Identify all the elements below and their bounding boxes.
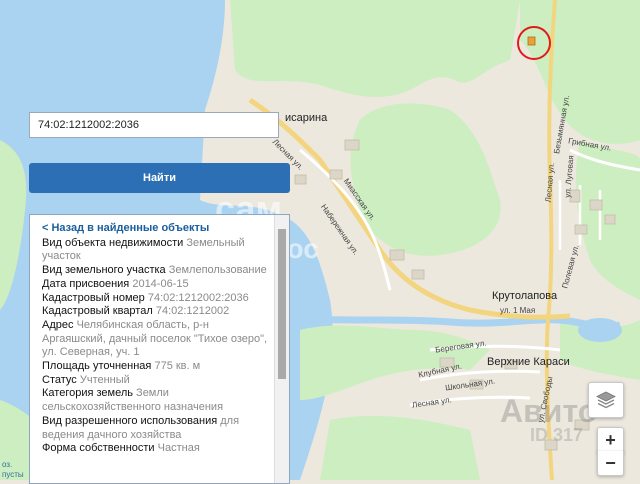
info-label: Кадастровый номер <box>42 291 145 304</box>
info-panel-scrollbar[interactable] <box>274 215 289 483</box>
info-row-ownership: Форма собственности Частная <box>42 442 269 456</box>
cadastral-search-input[interactable] <box>29 112 279 138</box>
info-label: Вид земельного участка <box>42 264 166 277</box>
zoom-out-button[interactable]: − <box>597 451 624 476</box>
info-label: Кадастровый квартал <box>42 305 153 318</box>
pond <box>578 318 622 342</box>
info-row-cadastral-number: Кадастровый номер 74:02:1212002:2036 <box>42 292 269 306</box>
scrollbar-thumb[interactable] <box>278 229 286 379</box>
info-row-status: Статус Учтенный <box>42 374 269 388</box>
info-row-object-type: Вид объекта недвижимости Земельный участ… <box>42 237 269 264</box>
info-row-address: Адрес Челябинская область, р-н Аргаяшски… <box>42 319 269 360</box>
info-row-permitted-use: Вид разрешенного использования для веден… <box>42 415 269 442</box>
info-value: Землепользование <box>168 264 267 277</box>
info-row-land-category: Категория земель Земли сельскохозяйствен… <box>42 387 269 414</box>
info-value: Частная <box>157 442 200 455</box>
info-row-area: Площадь уточненная 775 кв. м <box>42 360 269 374</box>
edge-label-bottom: пусты <box>2 470 24 479</box>
info-label: Категория земель <box>42 387 133 400</box>
info-label: Форма собственности <box>42 442 155 455</box>
info-row-cadastral-quarter: Кадастровый квартал 74:02:1212002 <box>42 305 269 319</box>
object-info-panel: < Назад в найденные объекты Вид объекта … <box>29 214 290 484</box>
info-label: Статус <box>42 373 77 386</box>
info-value: 74:02:1212002:2036 <box>147 291 249 304</box>
layers-button[interactable] <box>588 382 624 418</box>
info-value: Челябинская область, р-н Аргаяшский, дач… <box>42 318 268 359</box>
info-label: Адрес <box>42 318 74 331</box>
parcel-marker <box>527 36 536 46</box>
info-label: Вид объекта недвижимости <box>42 236 184 249</box>
info-value: Учтенный <box>79 373 130 386</box>
zoom-in-button[interactable]: + <box>597 427 624 453</box>
info-label: Вид разрешенного использования <box>42 414 218 427</box>
info-label: Площадь уточненная <box>42 360 152 373</box>
town-label-krutolapova: Крутолапова <box>492 290 558 302</box>
find-button[interactable]: Найти <box>29 163 290 193</box>
info-value: 2014-06-15 <box>132 277 189 290</box>
town-label-kisarina: исарина <box>285 112 328 124</box>
info-value: 775 кв. м <box>154 360 201 373</box>
info-value: 74:02:1212002 <box>155 305 230 318</box>
town-label-verkhnie-karasi: Верхние Караси <box>487 356 570 368</box>
edge-label-oz: оз. <box>2 460 13 469</box>
layers-icon <box>596 391 616 409</box>
street-label-1-maya: ул. 1 Мая <box>500 306 536 315</box>
info-row-assign-date: Дата присвоения 2014-06-15 <box>42 278 269 292</box>
info-row-land-type: Вид земельного участка Землепользование <box>42 264 269 278</box>
back-to-results-link[interactable]: < Назад в найденные объекты <box>42 222 269 236</box>
object-info-content: < Назад в найденные объекты Вид объекта … <box>30 215 275 483</box>
info-label: Дата присвоения <box>42 277 130 290</box>
